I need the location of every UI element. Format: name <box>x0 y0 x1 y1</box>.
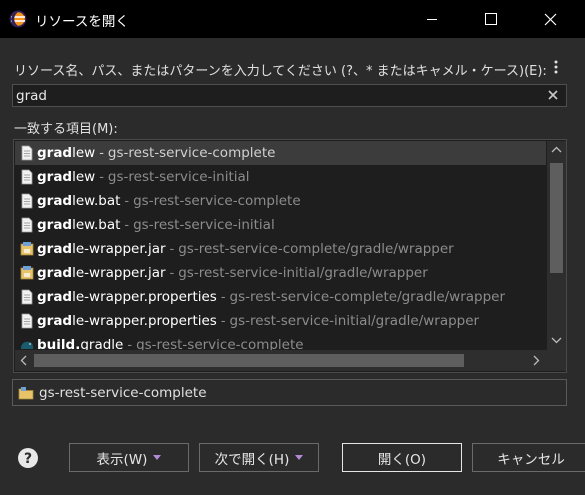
horizontal-scrollbar[interactable] <box>15 350 547 371</box>
item-path: gs-rest-service-initial/gradle/wrapper <box>178 265 428 281</box>
item-separator: - <box>220 289 226 305</box>
list-item[interactable]: gradle-wrapper.jar - gs-rest-service-compl… <box>15 237 546 261</box>
item-name-match: grad <box>37 217 73 233</box>
scroll-corner <box>547 350 566 371</box>
open-button[interactable]: 開く(O) <box>342 443 462 472</box>
item-name-match: grad <box>37 313 73 329</box>
minimize-button[interactable] <box>409 0 455 38</box>
item-name-match: grad <box>37 193 73 209</box>
item-path: gs-rest-service-complete/gradle/wrapper <box>229 289 506 305</box>
item-name-rest: lew <box>72 145 96 161</box>
item-name-rest: lew <box>72 169 96 185</box>
minimize-icon <box>427 19 437 20</box>
cancel-button[interactable]: キャンセル <box>472 443 585 472</box>
item-name: gradlew.bat <box>37 193 120 209</box>
item-separator: - <box>99 145 104 161</box>
item-path: gs-rest-service-initial <box>133 217 275 233</box>
maximize-icon <box>485 13 497 25</box>
close-window-button[interactable] <box>527 0 573 38</box>
item-name-match: grad <box>37 145 73 161</box>
item-path: gs-rest-service-initial/gradle/wrapper <box>229 313 480 329</box>
list-item[interactable]: gradle-wrapper.properties - gs-rest-servic… <box>15 285 546 309</box>
item-path: gs-rest-service-complete <box>107 145 276 161</box>
item-name: gradle-wrapper.jar <box>37 241 166 257</box>
jar-icon <box>20 241 34 257</box>
file-icon <box>20 289 34 305</box>
matching-items-list[interactable]: gradlew - gs-rest-service-complete gradlew -… <box>13 139 567 373</box>
file-icon <box>20 169 34 185</box>
cancel-button-label: キャンセル <box>497 451 565 468</box>
scroll-up-icon[interactable] <box>547 141 566 159</box>
jar-icon <box>20 265 34 281</box>
item-name: gradle-wrapper.properties <box>37 289 217 305</box>
item-path: gs-rest-service-complete/gradle/wrapper <box>178 241 454 257</box>
item-separator: - <box>124 193 130 209</box>
project-folder-icon <box>18 386 34 399</box>
item-separator: - <box>124 217 130 233</box>
open-with-button-label: 次で開く(H) <box>214 451 290 468</box>
eclipse-app-icon <box>9 10 27 28</box>
scroll-left-icon[interactable] <box>15 352 33 369</box>
item-name-rest: lew.bat <box>72 193 121 209</box>
item-name: gradlew <box>37 169 95 185</box>
title-bar: リソースを開く <box>0 0 585 38</box>
item-name-match: grad <box>37 265 73 281</box>
search-field-container <box>12 84 567 107</box>
file-icon <box>20 145 34 161</box>
scroll-down-icon[interactable] <box>547 331 566 349</box>
search-input[interactable] <box>16 86 536 105</box>
item-name: gradle-wrapper.jar <box>37 265 166 281</box>
item-name: gradlew.bat <box>37 217 120 233</box>
open-button-label: 開く(O) <box>377 451 427 468</box>
list-item[interactable]: gradlew - gs-rest-service-complete <box>15 141 546 165</box>
matching-items-label: 一致する項目(M): <box>14 122 118 137</box>
dropdown-arrow-icon <box>153 455 162 460</box>
item-name-rest: le-wrapper.properties <box>72 313 217 329</box>
item-name-rest: le-wrapper.jar <box>72 265 166 281</box>
show-button-label: 表示(W) <box>96 451 148 468</box>
list-item[interactable]: gradlew.bat - gs-rest-service-initial <box>15 213 546 237</box>
open-with-dropdown-button[interactable]: 次で開く(H) <box>199 443 319 472</box>
horizontal-scroll-thumb[interactable] <box>34 354 464 367</box>
close-icon <box>544 13 556 25</box>
item-path: gs-rest-service-initial <box>107 169 250 185</box>
show-dropdown-button[interactable]: 表示(W) <box>69 443 189 472</box>
file-icon <box>20 313 34 329</box>
item-name-rest: lew.bat <box>72 217 121 233</box>
item-name-rest: le-wrapper.jar <box>72 241 166 257</box>
pattern-prompt-label: リソース名、パス、またはパターンを入力してください (?、* またはキャメル・ケ… <box>14 64 547 79</box>
item-name-match: grad <box>37 241 73 257</box>
vertical-scrollbar[interactable] <box>547 141 566 371</box>
list-item[interactable]: gradlew.bat - gs-rest-service-complete <box>15 189 546 213</box>
view-menu-icon[interactable] <box>551 60 561 76</box>
list-item[interactable]: gradle-wrapper.jar - gs-rest-service-initi… <box>15 261 546 285</box>
item-name-rest: le-wrapper.properties <box>72 289 217 305</box>
item-name-match: grad <box>37 169 73 185</box>
list-item[interactable]: gradle-wrapper.properties - gs-rest-servic… <box>15 309 546 333</box>
item-name-match: grad <box>37 289 73 305</box>
clear-search-icon[interactable] <box>546 88 560 102</box>
vertical-scroll-thumb[interactable] <box>550 163 563 273</box>
dropdown-arrow-icon <box>295 455 304 460</box>
item-separator: - <box>220 313 226 329</box>
window-title: リソースを開く <box>35 14 129 30</box>
maximize-button[interactable] <box>468 0 514 38</box>
item-name: gradle-wrapper.properties <box>37 313 217 329</box>
file-icon <box>20 217 34 233</box>
list-item[interactable]: gradlew - gs-rest-service-initial <box>15 165 546 189</box>
file-icon <box>20 193 34 209</box>
item-separator: - <box>169 265 175 281</box>
project-name: gs-rest-service-complete <box>39 384 207 401</box>
item-name: gradlew <box>37 145 95 161</box>
scroll-right-icon[interactable] <box>527 352 545 369</box>
item-path: gs-rest-service-complete <box>133 193 301 209</box>
svg-text:?: ? <box>24 451 32 467</box>
help-icon[interactable]: ? <box>17 447 39 469</box>
item-separator: - <box>169 241 175 257</box>
item-separator: - <box>99 169 104 185</box>
selected-project-field: gs-rest-service-complete <box>12 379 567 406</box>
